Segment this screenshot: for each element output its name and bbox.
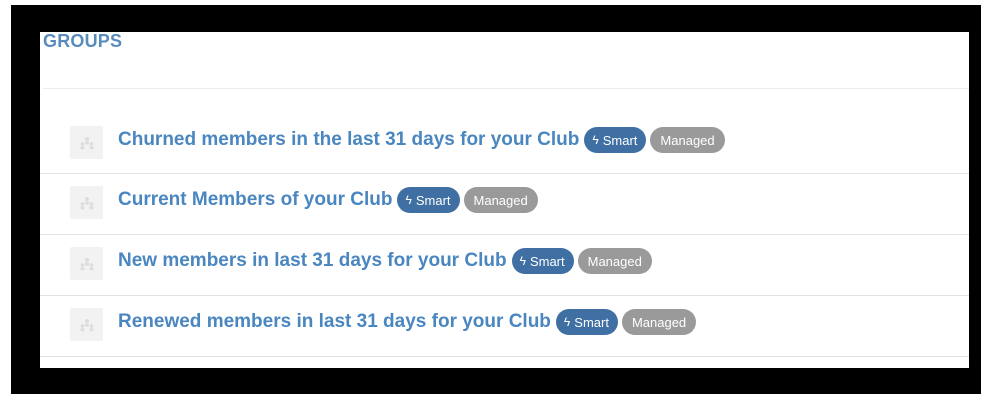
smart-badge-label: Smart [415,192,451,208]
group-link[interactable]: Renewed members in last 31 days for your… [118,311,551,333]
group-icon [70,308,103,341]
managed-badge: Managed [463,187,538,213]
group-content: Current Members of your Club ϟ Smart Man… [118,187,542,213]
managed-badge: Managed [650,127,725,153]
group-link[interactable]: New members in last 31 days for your Clu… [118,250,507,272]
group-content: New members in last 31 days for your Clu… [118,248,656,274]
border-bottom [11,368,981,394]
group-link[interactable]: Current Members of your Club [118,189,392,211]
screenshot-frame: GROUPS Churned members in the last 31 da… [0,0,981,394]
smart-badge-label: Smart [529,253,565,269]
border-left [11,5,40,393]
smart-badge: ϟ Smart [584,127,647,153]
managed-badge: Managed [621,309,697,335]
lightning-bolt-icon: ϟ [592,133,599,147]
groups-panel: GROUPS Churned members in the last 31 da… [40,32,969,368]
lightning-bolt-icon: ϟ [563,315,571,329]
group-icon [70,186,103,219]
group-content: Churned members in the last 31 days for … [118,127,729,153]
lightning-bolt-icon: ϟ [519,254,526,268]
smart-badge: ϟ Smart [397,187,460,213]
group-content: Renewed members in last 31 days for your… [118,309,700,335]
group-row: Current Members of your Club ϟ Smart Man… [40,174,969,235]
group-row: Churned members in the last 31 days for … [40,114,969,174]
smart-badge-label: Smart [602,132,638,148]
group-row: Renewed members in last 31 days for your… [40,296,969,357]
smart-badge: ϟ Smart [555,309,618,335]
managed-badge: Managed [577,248,652,274]
lightning-bolt-icon: ϟ [405,193,412,207]
smart-badge: ϟ Smart [511,248,574,274]
header-divider [43,88,969,89]
group-link[interactable]: Churned members in the last 31 days for … [118,129,579,151]
border-top [11,5,977,32]
group-list: Churned members in the last 31 days for … [40,114,969,357]
group-row: New members in last 31 days for your Clu… [40,235,969,296]
section-title: GROUPS [43,32,123,51]
smart-badge-label: Smart [574,314,609,330]
group-icon [70,247,103,280]
group-icon [70,126,103,159]
border-right [969,5,981,393]
